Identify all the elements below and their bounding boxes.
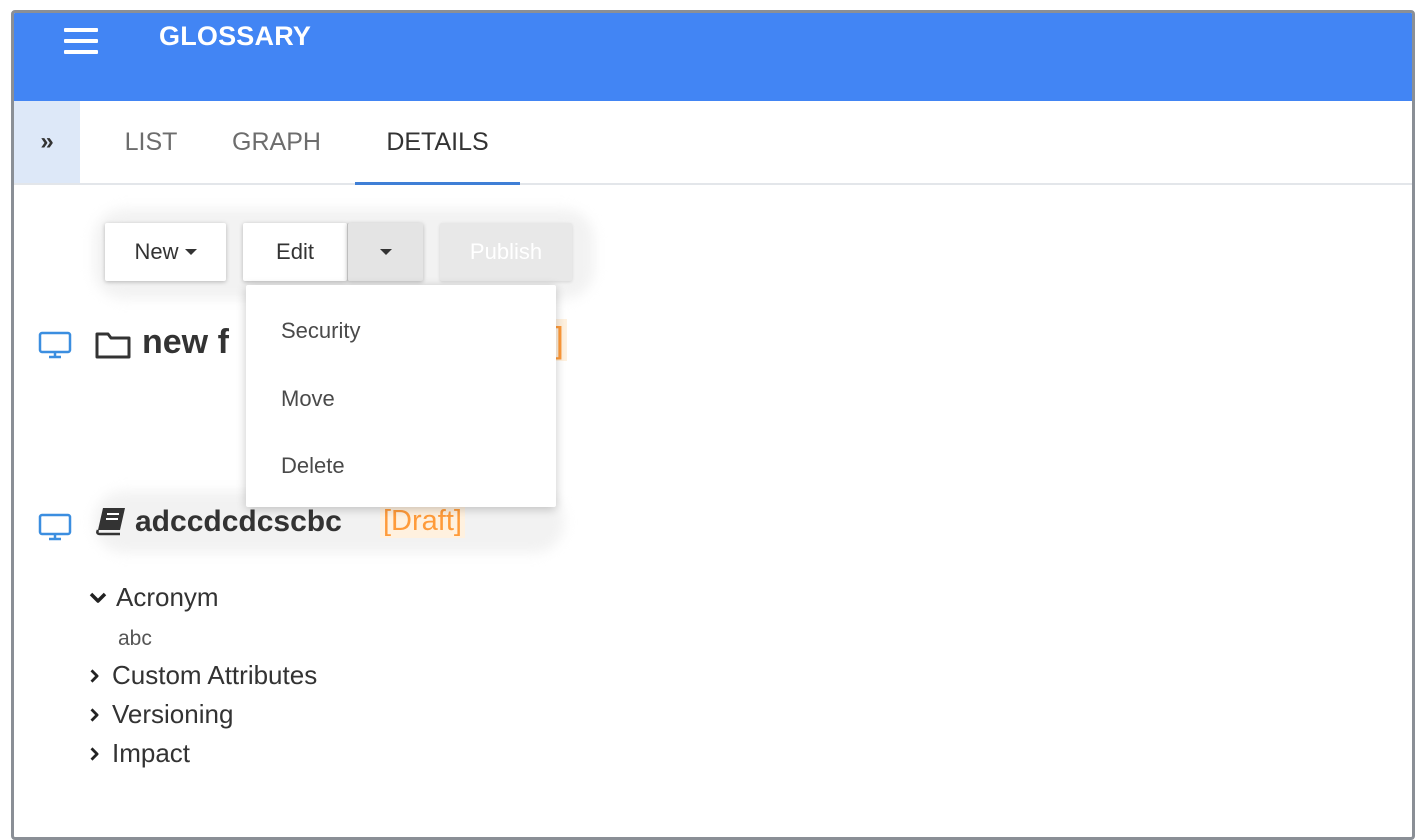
section-acronym-label: Acronym	[116, 582, 219, 612]
chevron-right-icon	[90, 746, 99, 761]
edit-button-label: Edit	[276, 239, 314, 264]
tab-graph-label: GRAPH	[232, 127, 321, 156]
book-icon	[96, 508, 125, 536]
new-button[interactable]: New	[105, 223, 226, 281]
term-status-badge: [Draft]	[380, 505, 465, 538]
tab-active-indicator	[355, 182, 520, 185]
app-window: GLOSSARY » LIST GRAPH DETAILS New Edit P…	[11, 10, 1415, 840]
menu-item-move[interactable]: Move	[281, 386, 335, 412]
new-button-label: New	[134, 239, 179, 264]
section-custom-attributes[interactable]: Custom Attributes	[88, 660, 317, 691]
caret-down-icon	[184, 249, 197, 255]
edit-button[interactable]: Edit	[243, 223, 347, 281]
publish-button-label: Publish	[469, 239, 543, 264]
chevron-right-icon	[90, 707, 99, 722]
monitor-icon	[38, 331, 72, 359]
acronym-value: abc	[118, 627, 152, 650]
monitor-icon	[38, 513, 72, 541]
edit-dropdown-menu: Security Move Delete	[246, 285, 556, 507]
section-versioning-label: Versioning	[112, 699, 234, 729]
folder-title: new f	[142, 323, 229, 361]
section-custom-attributes-label: Custom Attributes	[112, 660, 318, 690]
term-title: adccdcdcscbc	[135, 505, 342, 538]
chevron-down-icon	[89, 592, 107, 603]
tab-list[interactable]: LIST	[96, 101, 206, 183]
tab-details[interactable]: DETAILS	[355, 101, 520, 185]
section-impact[interactable]: Impact	[88, 738, 190, 769]
section-impact-label: Impact	[112, 738, 191, 768]
folder-icon	[95, 332, 131, 359]
chevron-right-icon	[90, 668, 99, 683]
menu-item-delete[interactable]: Delete	[281, 453, 345, 479]
tab-graph[interactable]: GRAPH	[214, 101, 339, 183]
edit-dropdown-toggle[interactable]	[347, 223, 423, 281]
tab-details-label: DETAILS	[386, 127, 489, 156]
caret-down-icon	[379, 249, 392, 255]
tab-list-label: LIST	[124, 127, 178, 156]
section-acronym[interactable]: Acronym	[88, 582, 219, 613]
publish-button[interactable]: Publish	[440, 223, 572, 281]
menu-item-security[interactable]: Security	[281, 318, 360, 344]
app-title: GLOSSARY	[159, 21, 312, 51]
top-app-bar: GLOSSARY	[14, 13, 1412, 101]
double-chevron-right-icon[interactable]: »	[14, 101, 80, 183]
section-versioning[interactable]: Versioning	[88, 699, 233, 730]
hamburger-icon[interactable]	[64, 28, 98, 54]
tab-bar: » LIST GRAPH DETAILS	[14, 101, 1412, 185]
